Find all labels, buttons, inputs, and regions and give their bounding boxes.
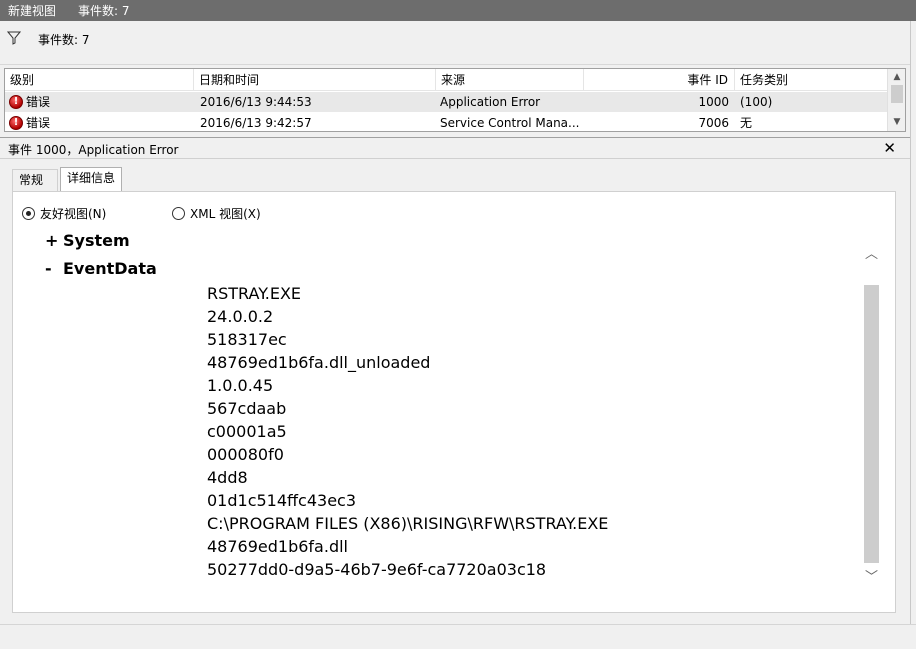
column-header-level[interactable]: 级别 bbox=[5, 69, 194, 91]
xml-view-option[interactable]: XML 视图(X) bbox=[172, 205, 261, 222]
table-scroll-thumb[interactable] bbox=[891, 85, 903, 103]
filter-bar: 事件数: 7 bbox=[0, 21, 916, 65]
scroll-down-icon[interactable]: ▼ bbox=[892, 117, 902, 127]
xml-view-radio[interactable] bbox=[172, 207, 185, 220]
event-data-value: RSTRAY.EXE bbox=[207, 284, 302, 303]
row-task-category: 无 bbox=[740, 116, 753, 130]
detail-header: 事件 1000，Application Error ✕ bbox=[0, 137, 910, 159]
tree-node-system[interactable]: + System bbox=[45, 234, 130, 250]
row-task-category: (100) bbox=[740, 95, 773, 109]
row-level: 错误 bbox=[26, 95, 51, 109]
event-data-value: 24.0.0.2 bbox=[207, 307, 274, 326]
tab-details[interactable]: 详细信息 bbox=[60, 167, 122, 192]
tree-node-label: System bbox=[63, 234, 130, 250]
row-event-id: 7006 bbox=[698, 116, 729, 130]
detail-scroll-thumb[interactable] bbox=[864, 285, 879, 563]
friendly-view-option[interactable]: 友好视图(N) bbox=[22, 205, 106, 222]
details-panel: 友好视图(N) XML 视图(X) + System - EventData RST… bbox=[12, 191, 896, 613]
title-bar: 新建视图 事件数: 7 bbox=[0, 0, 916, 21]
collapse-icon[interactable]: - bbox=[45, 259, 63, 278]
event-data-value: 01d1c514ffc43ec3 bbox=[207, 491, 357, 510]
event-data-value: 567cdaab bbox=[207, 399, 287, 418]
tab-general[interactable]: 常规 bbox=[12, 169, 58, 191]
event-data-value: C:\PROGRAM FILES (X86)\RISING\RFW\RSTRAY… bbox=[207, 514, 609, 533]
column-header-source[interactable]: 来源 bbox=[436, 69, 584, 91]
event-data-value: 48769ed1b6fa.dll bbox=[207, 537, 348, 556]
table-scrollbar[interactable]: ▲ ▼ bbox=[887, 69, 905, 131]
friendly-view-radio[interactable] bbox=[22, 207, 35, 220]
column-header-event-id[interactable]: 事件 ID bbox=[584, 69, 735, 91]
tree-node-eventdata[interactable]: - EventData bbox=[45, 259, 157, 278]
error-icon: ! bbox=[9, 116, 23, 130]
event-data-value: 4dd8 bbox=[207, 468, 248, 487]
event-data-value: 000080f0 bbox=[207, 445, 284, 464]
chevron-down-icon[interactable]: ﹀ bbox=[865, 571, 878, 584]
error-icon: ! bbox=[9, 95, 23, 109]
table-row[interactable]: ! 错误 2016/6/13 9:42:57 Service Control M… bbox=[5, 113, 887, 131]
detail-title: 事件 1000，Application Error bbox=[8, 143, 179, 157]
row-datetime: 2016/6/13 9:44:53 bbox=[200, 95, 312, 109]
title-event-count: 事件数: 7 bbox=[78, 4, 130, 18]
tree-node-label: EventData bbox=[63, 259, 157, 278]
row-level: 错误 bbox=[26, 116, 51, 130]
filter-event-count: 事件数: 7 bbox=[38, 33, 90, 47]
row-source: Service Control Mana... bbox=[440, 116, 580, 130]
event-data-value: 1.0.0.45 bbox=[207, 376, 274, 395]
detail-scrollbar[interactable]: ︿ ﹀ bbox=[862, 234, 881, 598]
row-event-id: 1000 bbox=[698, 95, 729, 109]
expand-icon[interactable]: + bbox=[45, 234, 63, 250]
close-icon[interactable]: ✕ bbox=[883, 139, 896, 157]
event-data-value: 50277dd0-d9a5-46b7-9e6f-ca7720a03c18 bbox=[207, 560, 547, 579]
view-name: 新建视图 bbox=[8, 4, 57, 18]
xml-view-label[interactable]: XML 视图(X) bbox=[190, 205, 261, 222]
column-header-task-category[interactable]: 任务类别 bbox=[735, 69, 887, 91]
event-data-value: c00001a5 bbox=[207, 422, 287, 441]
event-data-value: 518317ec bbox=[207, 330, 287, 349]
scroll-up-icon[interactable]: ▲ bbox=[892, 72, 902, 82]
row-source: Application Error bbox=[440, 95, 541, 109]
friendly-view-label[interactable]: 友好视图(N) bbox=[40, 205, 106, 222]
column-header-datetime[interactable]: 日期和时间 bbox=[194, 69, 436, 91]
row-datetime: 2016/6/13 9:42:57 bbox=[200, 116, 312, 130]
event-data-value: 48769ed1b6fa.dll_unloaded bbox=[207, 353, 431, 372]
event-list-table: 级别 日期和时间 来源 事件 ID 任务类别 ! 错误 2016/6/13 9:… bbox=[4, 68, 906, 132]
window-edge bbox=[910, 21, 916, 624]
chevron-up-icon[interactable]: ︿ bbox=[865, 248, 878, 261]
table-row[interactable]: ! 错误 2016/6/13 9:44:53 Application Error… bbox=[5, 92, 887, 112]
event-data-view: + System - EventData RSTRAY.EXE 24.0.0.2 5… bbox=[31, 234, 863, 598]
table-header: 级别 日期和时间 来源 事件 ID 任务类别 bbox=[5, 69, 887, 91]
status-bar bbox=[0, 624, 916, 649]
filter-icon[interactable] bbox=[7, 31, 21, 45]
